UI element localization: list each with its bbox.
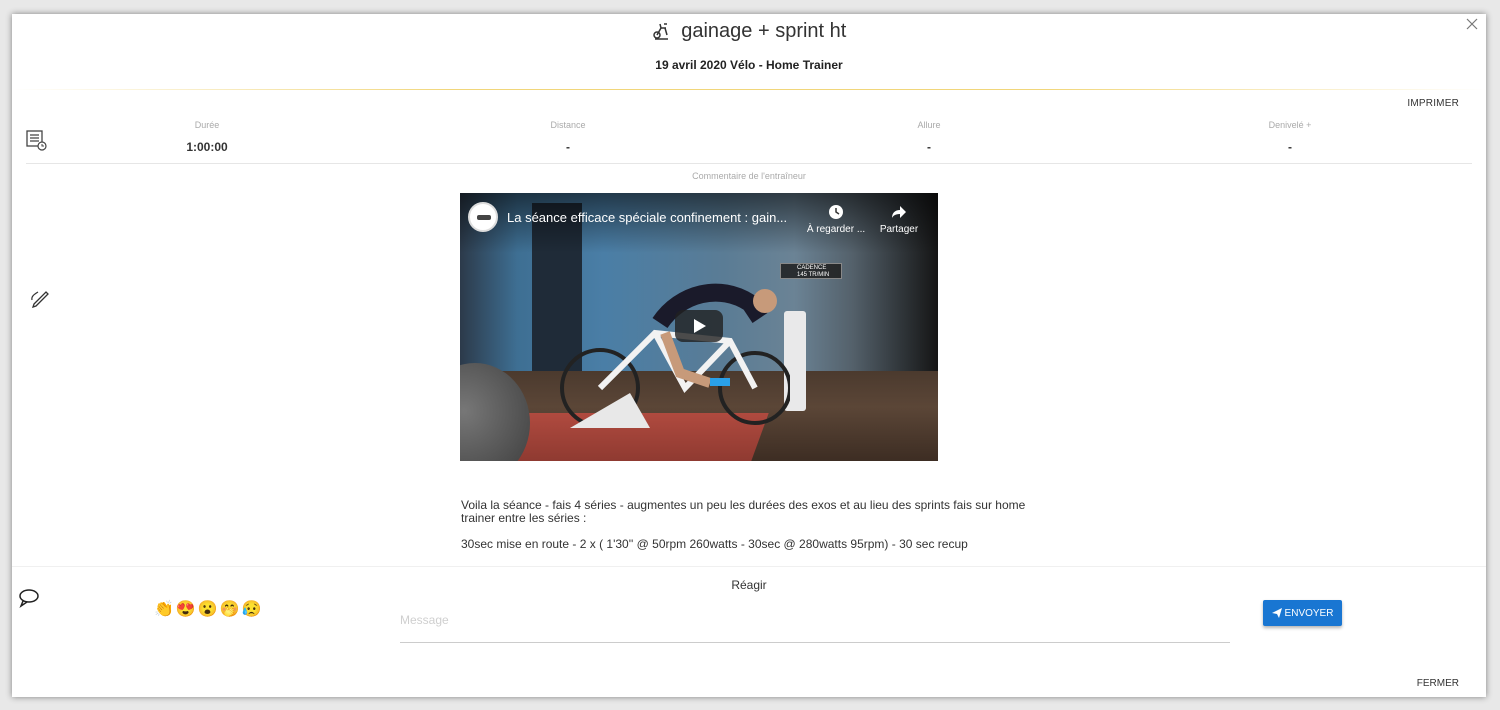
coach-comment-text: Voila la séance - fais 4 séries - augmen… [461,498,1026,525]
send-button[interactable]: ENVOYER [1263,600,1342,626]
play-button[interactable] [675,310,723,342]
coach-comment-label: Commentaire de l'entraîneur [692,171,806,181]
stat-label: Distance [550,120,586,130]
clock-icon [829,205,843,219]
paper-plane-icon [1271,608,1282,618]
cadence-overlay: CADENCE 145 TR/MIN [780,263,842,279]
stats-list-icon [26,130,47,151]
watch-later-button[interactable]: À regarder ... [806,203,866,235]
watch-later-label: À regarder ... [806,224,866,235]
stat-elevation: Denivelé + - [1190,120,1390,154]
stat-value: - [566,140,570,154]
stats-divider [26,163,1472,164]
share-arrow-icon [892,206,906,218]
modal-title-row: gainage + sprint ht [12,20,1486,43]
coach-comment-workout: 30sec mise en route - 2 x ( 1'30'' @ 50r… [461,537,968,551]
emoji-surprised[interactable]: 😮 [198,600,218,620]
cadence-value: 145 TR/MIN [797,272,830,278]
stat-label: Denivelé + [1268,120,1312,130]
stat-value: 1:00:00 [186,140,228,154]
send-button-label: ENVOYER [1284,607,1334,619]
cadence-label: CADENCE [797,265,827,271]
channel-avatar[interactable] [468,202,498,232]
share-label: Partager [879,224,919,235]
share-button[interactable]: Partager [874,203,924,235]
workout-modal: gainage + sprint ht 19 avril 2020 Vélo -… [12,14,1486,697]
video-title[interactable]: La séance efficace spéciale confinement … [507,210,807,225]
header-divider [12,89,1486,90]
stat-label: Durée [194,120,220,130]
stat-label: Allure [917,120,941,130]
cyclist-image [560,283,790,428]
stat-pace: Allure - [829,120,1029,154]
emoji-heart-eyes[interactable]: 😍 [176,600,196,620]
print-button[interactable]: IMPRIMER [1407,98,1459,109]
emoji-clap[interactable]: 👏 [154,600,174,620]
close-button[interactable]: FERMER [1417,678,1459,689]
emoji-sad[interactable]: 😥 [242,600,262,620]
stat-duration: Durée 1:00:00 [107,120,307,154]
modal-title: gainage + sprint ht [681,20,847,42]
bike-trainer-icon [652,23,668,40]
youtube-video-player[interactable]: La séance efficace spéciale confinement … [460,193,938,461]
message-input[interactable] [400,598,1230,643]
stat-value: - [927,140,931,154]
react-divider [12,566,1486,567]
stat-distance: Distance - [468,120,668,154]
modal-subtitle: 19 avril 2020 Vélo - Home Trainer [655,58,843,72]
react-label: Réagir [731,578,767,592]
stat-value: - [1288,140,1292,154]
emoji-reactions: 👏 😍 😮 🤭 😥 [154,600,262,620]
pen-icon [31,291,49,308]
emoji-hand-over-mouth[interactable]: 🤭 [220,600,240,620]
